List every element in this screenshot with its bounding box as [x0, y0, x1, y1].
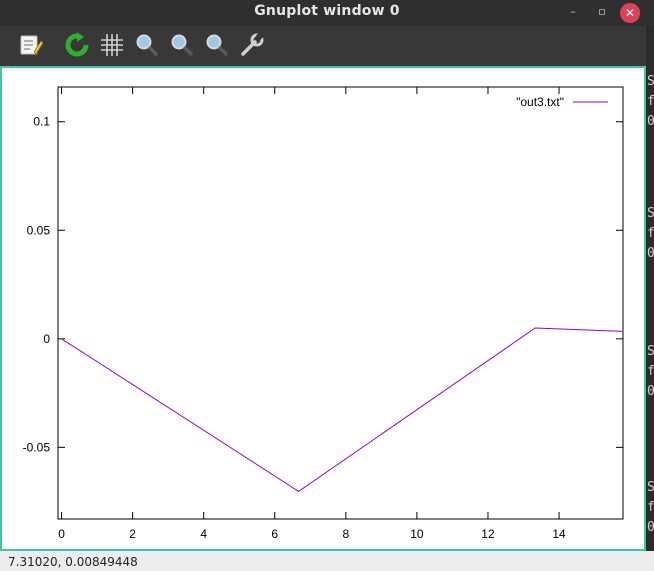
zoom-forward-button[interactable]	[169, 32, 195, 58]
x-tick-label: 8	[342, 527, 349, 541]
terminal-text: 0	[647, 114, 654, 129]
legend: "out3.txt"	[516, 95, 608, 109]
terminal-text: S	[647, 344, 654, 359]
clipboard-icon	[20, 35, 44, 55]
ticks: 0 2 4 6 8 10 12 14 -0.05 0 0.05 0.1	[23, 87, 623, 541]
data-point	[534, 327, 536, 329]
status-bar: 7.31020, 0.00849448	[0, 551, 654, 571]
x-tick-label: 0	[58, 527, 65, 541]
x-tick-label: 2	[129, 527, 136, 541]
grid-button[interactable]	[99, 32, 125, 58]
terminal-text: f	[647, 364, 654, 379]
terminal-text: 0	[647, 520, 654, 535]
x-tick-label: 12	[481, 527, 495, 541]
window-title: Gnuplot window 0	[254, 3, 400, 19]
x-tick-label: 14	[552, 527, 566, 541]
plot-area[interactable]: 0 2 4 6 8 10 12 14 -0.05 0 0.05 0.1 "out3.txt"	[0, 66, 646, 551]
zoom-back-button[interactable]	[134, 32, 160, 58]
autoscale-icon	[206, 34, 229, 57]
autoscale-button[interactable]	[204, 32, 230, 58]
x-tick-label: 10	[410, 527, 424, 541]
terminal-text: f	[647, 94, 654, 109]
close-button[interactable]: ✕	[620, 3, 640, 23]
toolbar	[0, 26, 654, 64]
axes	[57, 86, 624, 520]
terminal-text: 0	[647, 246, 654, 261]
replot-icon	[65, 32, 89, 57]
maximize-button[interactable]: ▫	[592, 3, 612, 23]
plot-border	[57, 86, 624, 520]
replot-button[interactable]	[64, 32, 90, 58]
x-tick-label: 6	[271, 527, 278, 541]
wrench-icon	[241, 31, 265, 56]
background-terminal: S f 0 S f 0 S f 0 S f 0	[646, 26, 654, 551]
terminal-text: S	[647, 206, 654, 221]
plot-canvas[interactable]: 0 2 4 6 8 10 12 14 -0.05 0 0.05 0.1 "out3.txt"	[2, 68, 644, 549]
zoom-forward-icon	[171, 34, 194, 57]
title-bar[interactable]: Gnuplot window 0 – ▫ ✕	[0, 0, 654, 26]
zoom-back-icon	[136, 34, 159, 57]
y-tick-label: -0.05	[23, 440, 51, 454]
terminal-text: f	[647, 500, 654, 515]
series-line	[61, 327, 624, 493]
y-tick-label: 0	[43, 332, 50, 346]
cursor-coordinates: 7.31020, 0.00849448	[8, 555, 138, 569]
terminal-text: f	[647, 226, 654, 241]
minimize-button[interactable]: –	[563, 3, 583, 23]
gnuplot-window: Gnuplot window 0 – ▫ ✕ 0 2 4 6 8 10 12 1…	[0, 0, 654, 571]
terminal-text: S	[647, 74, 654, 89]
data-point	[622, 330, 624, 332]
y-tick-label: 0.1	[33, 115, 50, 129]
grid-icon	[101, 34, 123, 56]
terminal-text: S	[647, 480, 654, 495]
data-point	[298, 490, 300, 492]
data-point	[61, 338, 63, 340]
x-tick-label: 4	[200, 527, 207, 541]
series-layer	[61, 327, 624, 493]
copy-to-clipboard-button[interactable]	[18, 32, 44, 58]
legend-label: "out3.txt"	[516, 95, 564, 109]
configure-button[interactable]	[239, 31, 265, 58]
terminal-text: 0	[647, 384, 654, 399]
y-tick-label: 0.05	[27, 223, 51, 237]
